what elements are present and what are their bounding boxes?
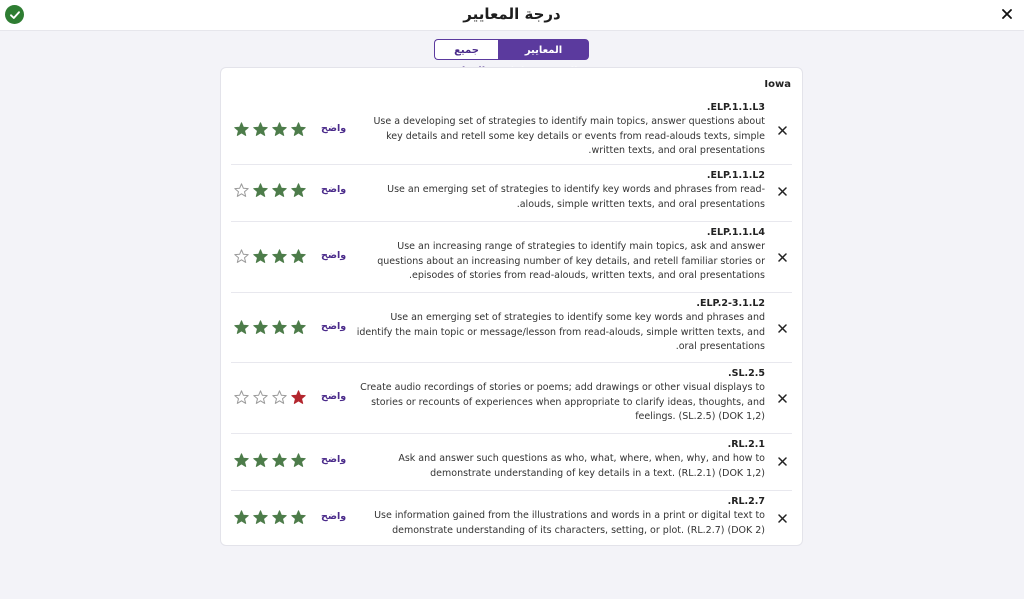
star-rating[interactable]	[234, 122, 306, 137]
rating-label: واضح	[321, 511, 347, 522]
standard-description: Use an emerging set of strategies to ide…	[356, 312, 765, 352]
star-rating[interactable]	[234, 390, 306, 405]
star-filled-icon[interactable]	[253, 122, 268, 137]
star-empty-icon[interactable]	[234, 183, 249, 198]
remove-standard-close-icon[interactable]	[776, 392, 788, 404]
standard-code: ELP.1.1.L3.	[706, 102, 765, 113]
star-filled-icon[interactable]	[234, 122, 249, 137]
remove-standard-close-icon[interactable]	[776, 251, 788, 263]
close-icon[interactable]	[1000, 7, 1014, 21]
tab-group: جميع المعايير المعايير الموسومة (7)	[434, 39, 589, 77]
star-rating[interactable]	[234, 183, 306, 198]
star-filled-icon[interactable]	[291, 249, 306, 264]
rating-label: واضح	[321, 391, 347, 402]
standard-code: ELP.2-3.1.L2.	[696, 298, 765, 309]
star-filled-icon[interactable]	[272, 249, 287, 264]
star-empty-icon[interactable]	[234, 249, 249, 264]
star-filled-icon[interactable]	[272, 510, 287, 525]
star-filled-icon[interactable]	[291, 510, 306, 525]
star-filled-icon[interactable]	[291, 122, 306, 137]
star-filled-icon[interactable]	[253, 249, 268, 264]
rating-label: واضح	[321, 184, 347, 195]
star-rating[interactable]	[234, 510, 306, 525]
star-empty-icon[interactable]	[234, 390, 249, 405]
standard-row: ELP.2-3.1.L2. Use an emerging set of stra…	[231, 293, 792, 363]
star-filled-icon[interactable]	[253, 453, 268, 468]
star-filled-icon[interactable]	[291, 183, 306, 198]
standard-code: SL.2.5.	[728, 368, 765, 379]
top-bar: درجة المعايير	[0, 0, 1024, 31]
standard-code: RL.2.7.	[727, 496, 765, 507]
remove-standard-close-icon[interactable]	[776, 124, 788, 136]
star-filled-icon[interactable]	[291, 390, 306, 405]
star-filled-icon[interactable]	[253, 510, 268, 525]
remove-standard-close-icon[interactable]	[776, 185, 788, 197]
star-filled-icon[interactable]	[272, 453, 287, 468]
star-filled-icon[interactable]	[234, 453, 249, 468]
star-filled-icon[interactable]	[272, 122, 287, 137]
standard-row: ELP.1.1.L2. Use an emerging set of strate…	[231, 165, 792, 222]
tab-tagged-standards[interactable]: المعايير الموسومة (7)	[498, 39, 589, 77]
rating-label: واضح	[321, 250, 347, 261]
standard-code: ELP.1.1.L4.	[706, 227, 765, 238]
star-filled-icon[interactable]	[234, 510, 249, 525]
standard-description: Ask and answer such questions as who, wh…	[398, 453, 765, 479]
standard-row: RL.2.1. Ask and answer such questions as …	[231, 434, 792, 491]
standard-code: ELP.1.1.L2.	[706, 170, 765, 181]
standard-description: Use a developing set of strategies to id…	[373, 116, 765, 156]
star-filled-icon[interactable]	[291, 453, 306, 468]
remove-standard-close-icon[interactable]	[776, 512, 788, 524]
star-filled-icon[interactable]	[234, 320, 249, 335]
star-empty-icon[interactable]	[272, 390, 287, 405]
standard-row: ELP.1.1.L4. Use an increasing range of st…	[231, 222, 792, 293]
star-filled-icon[interactable]	[291, 320, 306, 335]
standard-description: Use an increasing range of strategies to…	[377, 241, 765, 281]
star-rating[interactable]	[234, 453, 306, 468]
standard-row: ELP.1.1.L3. Use a developing set of strat…	[231, 97, 792, 165]
standard-row: RL.2.7. Use information gained from the i…	[231, 491, 792, 547]
page-title: درجة المعايير	[463, 5, 561, 23]
star-rating[interactable]	[234, 320, 306, 335]
rating-label: واضح	[321, 321, 347, 332]
remove-standard-close-icon[interactable]	[776, 455, 788, 467]
organization-name: Iowa	[764, 79, 791, 90]
standard-description: Use information gained from the illustra…	[374, 510, 765, 536]
tab-all-standards[interactable]: جميع المعايير	[434, 39, 498, 77]
star-filled-icon[interactable]	[272, 320, 287, 335]
standard-description: Use an emerging set of strategies to ide…	[387, 184, 765, 210]
star-rating[interactable]	[234, 249, 306, 264]
rating-label: واضح	[321, 123, 347, 134]
star-filled-icon[interactable]	[253, 320, 268, 335]
rating-label: واضح	[321, 454, 347, 465]
standard-code: RL.2.1.	[727, 439, 765, 450]
star-filled-icon[interactable]	[272, 183, 287, 198]
remove-standard-close-icon[interactable]	[776, 322, 788, 334]
standard-row: SL.2.5. Create audio recordings of storie…	[231, 363, 792, 434]
standard-description: Create audio recordings of stories or po…	[360, 382, 765, 422]
star-filled-icon[interactable]	[253, 183, 268, 198]
standards-card: Iowa ELP.1.1.L3. Use a developing set of …	[220, 67, 803, 546]
star-empty-icon[interactable]	[253, 390, 268, 405]
